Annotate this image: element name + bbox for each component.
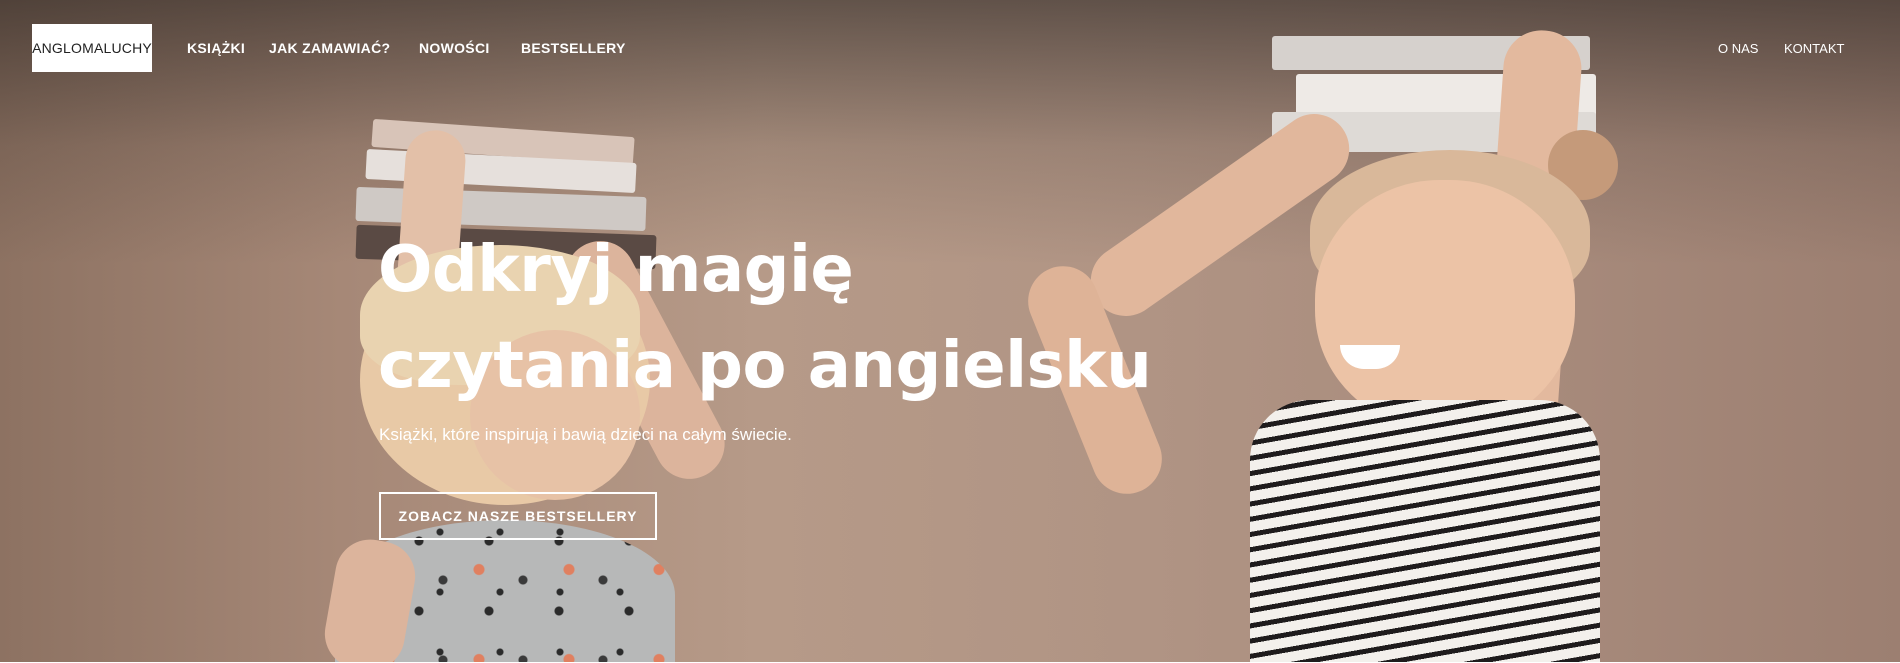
nav-link-jak-zamawiac[interactable]: JAK ZAMAWIAĆ? <box>269 40 390 56</box>
nav-link-ksiazki[interactable]: KSIĄŻKI <box>187 40 245 56</box>
hero-headline-line1: Odkryj magię <box>378 233 854 307</box>
site-logo[interactable]: ANGLOMALUCHY <box>32 24 152 72</box>
hero-headline: Odkryj magię czytania po angielsku <box>378 222 1152 414</box>
hero-section: ANGLOMALUCHY KSIĄŻKI JAK ZAMAWIAĆ? NOWOŚ… <box>0 0 1900 662</box>
nav-link-o-nas[interactable]: O NAS <box>1718 41 1758 56</box>
nav-link-bestsellery[interactable]: BESTSELLERY <box>521 40 626 56</box>
nav-link-kontakt[interactable]: KONTAKT <box>1784 41 1844 56</box>
nav-link-nowosci[interactable]: NOWOŚCI <box>419 40 490 56</box>
logo-text: ANGLOMALUCHY <box>32 40 152 56</box>
hero-headline-line2: czytania po angielsku <box>378 329 1152 403</box>
see-bestsellers-button[interactable]: ZOBACZ NASZE BESTSELLERY <box>379 492 657 540</box>
hero-subtitle: Książki, które inspirują i bawią dzieci … <box>379 425 792 444</box>
